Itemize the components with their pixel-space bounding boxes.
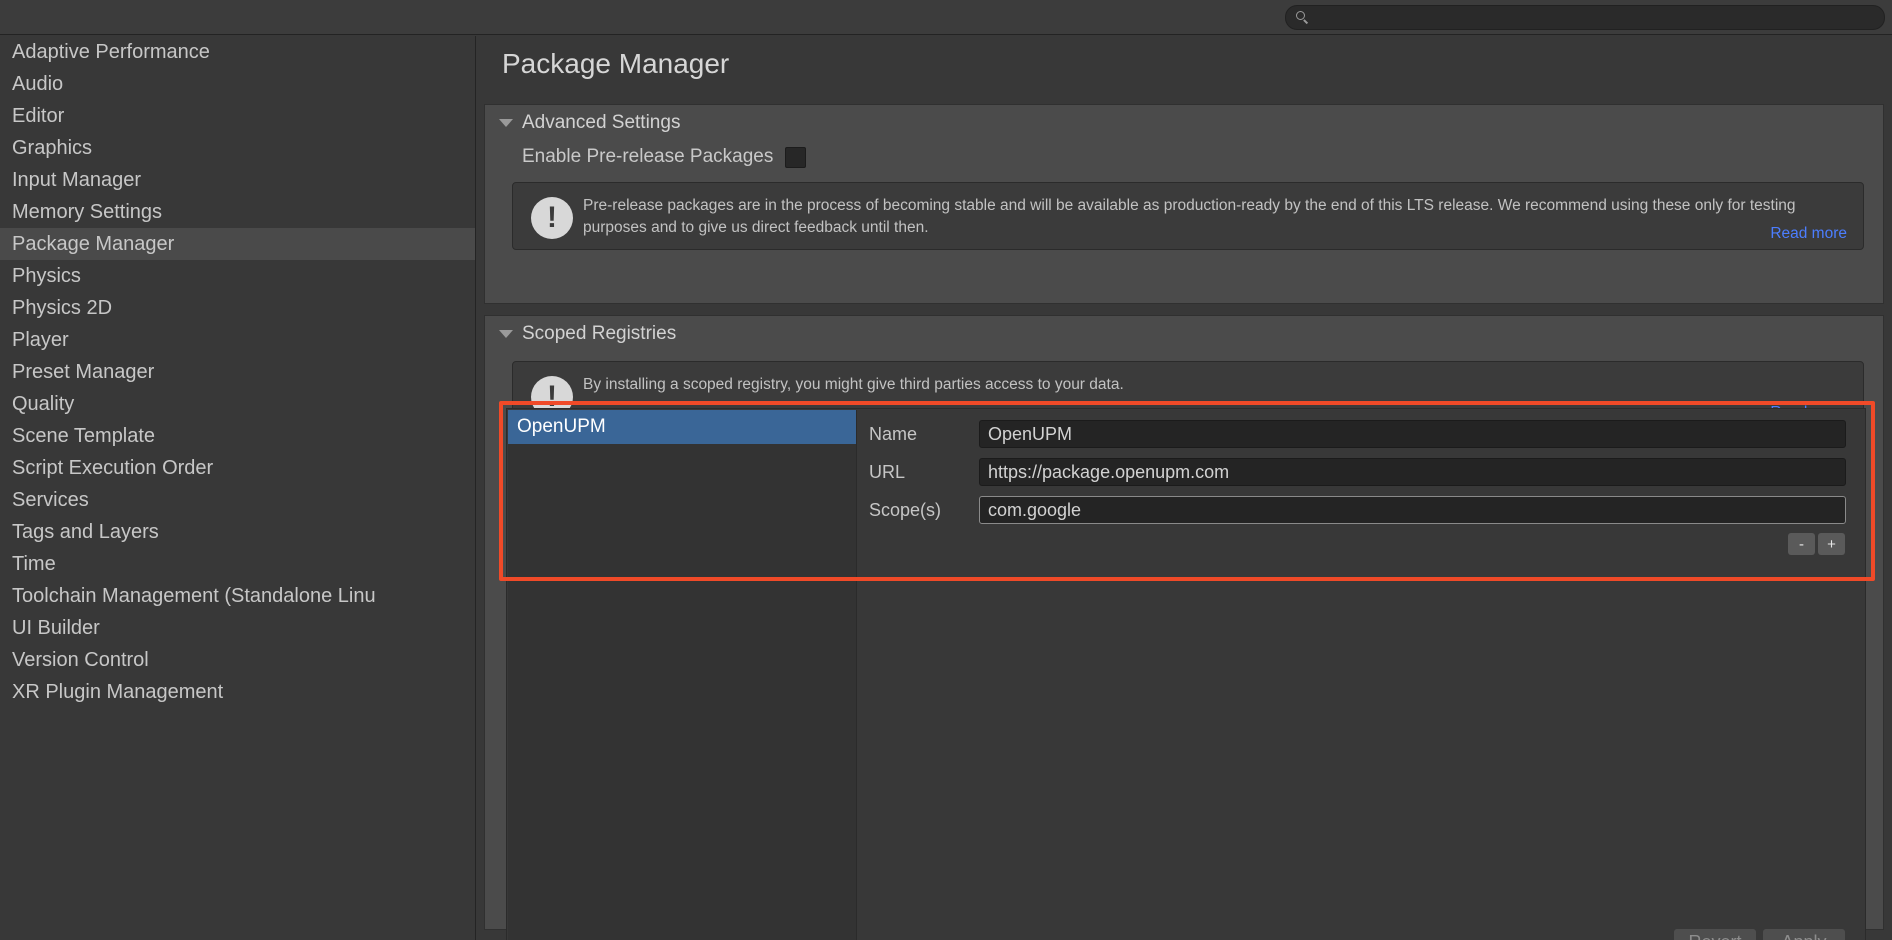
registry-scopes-input[interactable] [979,496,1846,524]
sidebar-item-tags-and-layers[interactable]: Tags and Layers [0,516,475,548]
sidebar-item-physics[interactable]: Physics [0,260,475,292]
sidebar-item-time[interactable]: Time [0,548,475,580]
registry-url-label: URL [869,462,979,483]
sidebar-item-label: Adaptive Performance [12,41,210,63]
sidebar-item-label: Audio [12,73,63,95]
sidebar-item-adaptive-performance[interactable]: Adaptive Performance [0,36,475,68]
sidebar-item-label: Preset Manager [12,361,154,383]
enable-prerelease-label: Enable Pre-release Packages [522,146,773,168]
search-input[interactable] [1315,10,1874,25]
search-icon [1296,11,1309,24]
registry-detail-panel: Name URL Scope(s) - + [859,410,1864,940]
scoped-registries-info-text: By installing a scoped registry, you mig… [583,374,1849,396]
sidebar-item-ui-builder[interactable]: UI Builder [0,612,475,644]
registry-list-item-label: OpenUPM [517,416,606,437]
registry-url-input[interactable] [979,458,1846,486]
apply-button[interactable]: Apply [1763,929,1845,940]
advanced-settings-header[interactable]: Advanced Settings [485,105,1883,140]
sidebar-item-label: Package Manager [12,233,174,255]
sidebar-item-quality[interactable]: Quality [0,388,475,420]
warning-icon: ! [527,195,577,239]
scope-actions: - + [859,533,1845,555]
registry-list-item[interactable]: OpenUPM [508,410,856,444]
sidebar-item-label: Time [12,553,56,575]
sidebar-item-scene-template[interactable]: Scene Template [0,420,475,452]
enable-prerelease-checkbox[interactable] [785,147,806,168]
chevron-down-icon[interactable] [499,330,513,338]
sidebar-item-audio[interactable]: Audio [0,68,475,100]
registry-list[interactable]: OpenUPM [508,410,857,940]
registry-name-label: Name [869,424,979,445]
sidebar-item-editor[interactable]: Editor [0,100,475,132]
sidebar-item-label: XR Plugin Management [12,681,223,703]
sidebar-item-label: Graphics [12,137,92,159]
top-bar [0,0,1892,35]
registry-scopes-row: Scope(s) [869,496,1846,524]
registry-form-actions: Revert Apply [1674,929,1845,940]
sidebar-item-label: Input Manager [12,169,141,191]
search-box[interactable] [1285,5,1885,30]
scoped-registries-header[interactable]: Scoped Registries [485,316,1883,351]
sidebar-item-label: Services [12,489,89,511]
advanced-settings-section: Advanced Settings Enable Pre-release Pac… [484,104,1884,304]
sidebar-item-physics-2d[interactable]: Physics 2D [0,292,475,324]
sidebar-item-version-control[interactable]: Version Control [0,644,475,676]
registry-scopes-label: Scope(s) [869,500,979,521]
sidebar-item-package-manager[interactable]: Package Manager [0,228,475,260]
add-scope-button[interactable]: + [1818,533,1845,555]
sidebar-item-label: Script Execution Order [12,457,213,479]
sidebar-item-services[interactable]: Services [0,484,475,516]
package-manager-settings-window: Adaptive Performance Audio Editor Graphics I… [0,0,1892,940]
main-panel: Package Manager Advanced Settings Enable… [477,36,1892,940]
sidebar-item-toolchain-management-standalone-linu[interactable]: Toolchain Management (Standalone Linu [0,580,475,612]
sidebar-item-label: Tags and Layers [12,521,159,543]
sidebar-item-label: Version Control [12,649,149,671]
revert-button[interactable]: Revert [1674,929,1756,940]
sidebar-item-label: Physics [12,265,81,287]
remove-scope-button[interactable]: - [1788,533,1815,555]
advanced-settings-title: Advanced Settings [522,112,680,134]
enable-prerelease-row[interactable]: Enable Pre-release Packages [485,142,1883,172]
sidebar-item-label: Scene Template [12,425,155,447]
prerelease-info-text: Pre-release packages are in the process … [583,195,1849,239]
scoped-registries-title: Scoped Registries [522,323,676,345]
sidebar-item-label: Player [12,329,69,351]
sidebar-item-input-manager[interactable]: Input Manager [0,164,475,196]
registry-name-row: Name [869,420,1846,448]
registry-editor: OpenUPM - + Name URL Scope(s) [506,408,1866,940]
chevron-down-icon[interactable] [499,119,513,127]
sidebar-item-label: Toolchain Management (Standalone Linu [12,585,376,607]
sidebar-item-label: Memory Settings [12,201,162,223]
sidebar-item-preset-manager[interactable]: Preset Manager [0,356,475,388]
sidebar-item-label: Quality [12,393,74,415]
page-title: Package Manager [502,48,729,80]
registry-name-input[interactable] [979,420,1846,448]
sidebar-item-label: Physics 2D [12,297,112,319]
sidebar-item-label: Editor [12,105,64,127]
sidebar-item-player[interactable]: Player [0,324,475,356]
prerelease-read-more-link[interactable]: Read more [1770,225,1847,243]
registry-url-row: URL [869,458,1846,486]
settings-sidebar[interactable]: Adaptive Performance Audio Editor Graphics I… [0,36,476,940]
sidebar-item-label: UI Builder [12,617,100,639]
scoped-registries-section: Scoped Registries ! By installing a scop… [484,315,1884,930]
sidebar-item-graphics[interactable]: Graphics [0,132,475,164]
sidebar-item-script-execution-order[interactable]: Script Execution Order [0,452,475,484]
prerelease-info-box: ! Pre-release packages are in the proces… [512,182,1864,250]
sidebar-item-xr-plugin-management[interactable]: XR Plugin Management [0,676,475,708]
sidebar-item-memory-settings[interactable]: Memory Settings [0,196,475,228]
